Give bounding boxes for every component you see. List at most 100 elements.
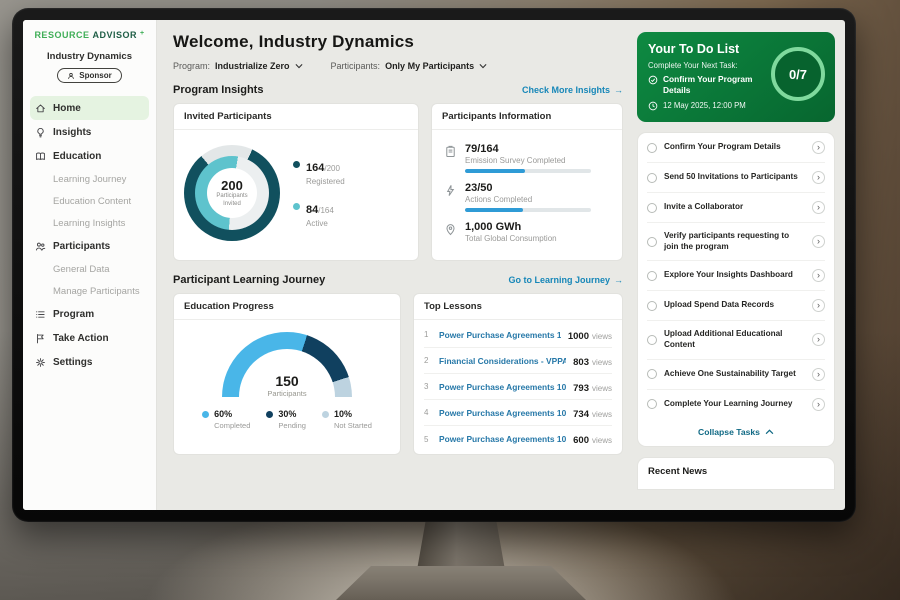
task-checkbox[interactable] [647,173,657,183]
task-row[interactable]: Complete Your Learning Journey › [647,390,825,419]
top-lessons-card: Top Lessons 1 Power Purchase Agreements … [413,293,623,455]
legend-value: 10% [334,409,352,419]
lesson-title-link[interactable]: Financial Considerations - VPPAs [439,356,566,366]
participants-value: Only My Participants [385,61,474,71]
chevron-right-icon[interactable]: › [812,398,825,411]
chevron-right-icon[interactable]: › [812,141,825,154]
lesson-row: 2 Financial Considerations - VPPAs 803vi… [424,348,612,374]
sidebar-item-education[interactable]: Education [30,144,149,168]
lesson-rank: 3 [424,382,432,391]
chevron-right-icon[interactable]: › [812,368,825,381]
task-label: Send 50 Invitations to Participants [664,172,805,183]
task-row[interactable]: Achieve One Sustainability Target › [647,360,825,390]
task-row[interactable]: Upload Spend Data Records › [647,291,825,321]
task-label: Achieve One Sustainability Target [664,369,805,380]
flag-icon [35,333,46,344]
lesson-title-link[interactable]: Power Purchase Agreements 103 [439,434,566,444]
chevron-down-icon [295,63,303,69]
card-title: Education Progress [174,294,400,320]
task-row[interactable]: Send 50 Invitations to Participants › [647,163,825,193]
task-label: Confirm Your Program Details [664,142,805,153]
card-title: Participants Information [432,104,622,130]
collapse-tasks-button[interactable]: Collapse Tasks [647,419,825,446]
lesson-views-label: views [592,384,612,393]
todo-next-task-label: Confirm Your Program Details [663,74,766,95]
chevron-right-icon[interactable]: › [812,171,825,184]
org-name: Industry Dynamics [23,51,156,62]
sidebar-item-learning-journey[interactable]: Learning Journey [23,168,156,190]
task-checkbox[interactable] [647,335,657,345]
task-checkbox[interactable] [647,399,657,409]
lesson-rank: 5 [424,435,432,444]
chevron-right-icon[interactable]: › [812,299,825,312]
recent-news-title: Recent News [648,466,707,477]
task-checkbox[interactable] [647,237,657,247]
task-checkbox[interactable] [647,369,657,379]
task-row[interactable]: Upload Additional Educational Content › [647,321,825,359]
program-value: Industrialize Zero [215,61,290,71]
legend-label: Active [306,219,334,228]
legend-dot [202,411,209,418]
chevron-right-icon[interactable]: › [812,201,825,214]
sidebar-item-program[interactable]: Program [30,302,149,326]
legend-dot [293,203,300,210]
sidebar-item-take-action[interactable]: Take Action [30,326,149,350]
link-label: Check More Insights [522,85,610,95]
legend-label: Completed [202,421,250,430]
task-row[interactable]: Verify participants requesting to join t… [647,223,825,261]
task-checkbox[interactable] [647,301,657,311]
legend-item-not-started: 10% Not Started [322,409,372,430]
task-row[interactable]: Explore Your Insights Dashboard › [647,261,825,291]
legend-item-completed: 60% Completed [202,409,250,430]
sidebar-item-manage-participants[interactable]: Manage Participants [23,280,156,302]
gauge-center-value: 150 [222,373,352,389]
info-value: 79/164 [465,143,591,155]
sidebar-item-insights[interactable]: Insights [30,120,149,144]
sidebar-item-label: Settings [53,357,92,368]
task-label: Upload Spend Data Records [664,300,805,311]
legend-item-pending: 30% Pending [266,409,306,430]
donut-center-value: 200 [221,178,243,193]
check-more-insights-link[interactable]: Check More Insights → [522,85,623,95]
gauge-legend: 60% Completed 30% Pending 10% Not Starte… [202,409,372,430]
lesson-views: 803 [573,357,589,368]
lesson-views-label: views [592,436,612,445]
app-logo: RESOURCE ADVISOR + [23,30,156,40]
task-checkbox[interactable] [647,271,657,281]
sponsor-badge-label: Sponsor [79,71,111,80]
donut-legend: 164/200 Registered 84/164 Active [293,158,345,228]
book-icon [35,151,46,162]
lesson-title-link[interactable]: Power Purchase Agreements 101 [439,382,566,392]
legend-dot [293,161,300,168]
sidebar-item-education-content[interactable]: Education Content [23,190,156,212]
sidebar-item-participants[interactable]: Participants [30,234,149,258]
education-progress-gauge-chart: 150 Participants [222,332,352,398]
task-checkbox[interactable] [647,143,657,153]
legend-value: 164 [306,162,324,174]
lesson-title-link[interactable]: Power Purchase Agreements 101 [439,330,561,340]
sidebar-item-settings[interactable]: Settings [30,350,149,374]
program-dropdown[interactable]: Program: Industrialize Zero [173,61,303,71]
arrow-right-icon: → [614,275,623,285]
participants-dropdown[interactable]: Participants: Only My Participants [331,61,488,71]
chevron-right-icon[interactable]: › [812,333,825,346]
program-label: Program: [173,61,210,71]
lesson-title-link[interactable]: Power Purchase Agreements 102 [439,408,566,418]
go-to-learning-journey-link[interactable]: Go to Learning Journey → [508,275,623,285]
legend-value: 84 [306,204,318,216]
info-row-emission-survey: 79/164 Emission Survey Completed [444,143,610,173]
sidebar-item-learning-insights[interactable]: Learning Insights [23,212,156,234]
home-icon [35,103,46,114]
sidebar-item-label: Education [53,151,101,162]
chevron-right-icon[interactable]: › [812,235,825,248]
donut-center: 200 Participants Invited [207,168,257,218]
sidebar-item-home[interactable]: Home [30,96,149,120]
task-row[interactable]: Confirm Your Program Details › [647,133,825,163]
sidebar-item-general-data[interactable]: General Data [23,258,156,280]
chevron-right-icon[interactable]: › [812,269,825,282]
task-checkbox[interactable] [647,203,657,213]
progress-bar-fill [465,208,523,212]
gear-icon [35,357,46,368]
task-row[interactable]: Invite a Collaborator › [647,193,825,223]
lesson-row: 1 Power Purchase Agreements 101 1000view… [424,322,612,348]
